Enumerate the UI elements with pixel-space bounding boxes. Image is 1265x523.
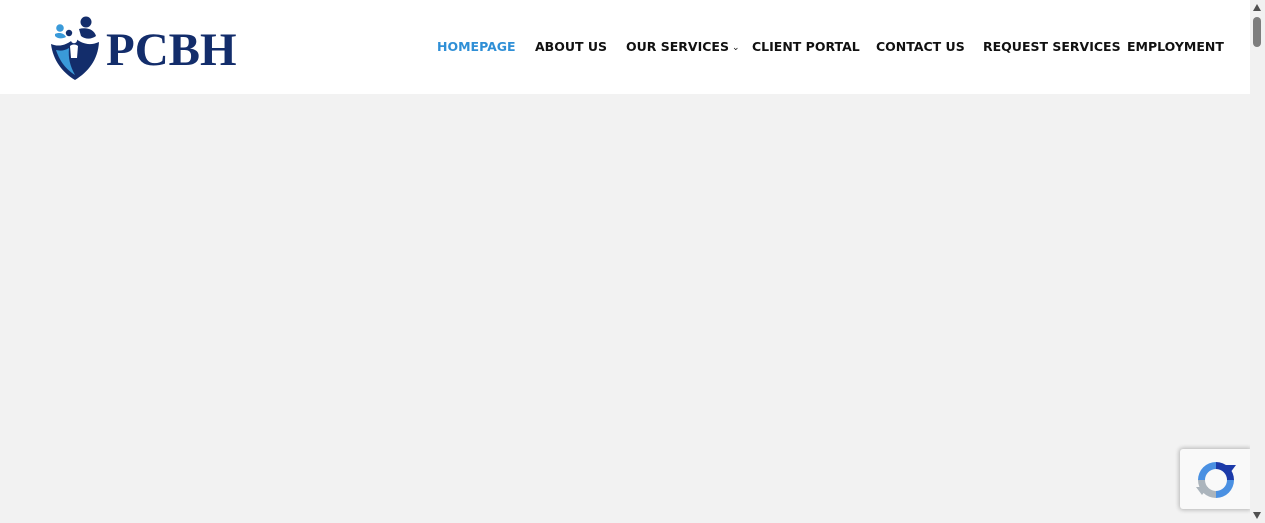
nav-item-contact-us[interactable]: CONTACT US bbox=[876, 38, 965, 56]
nav-item-employment[interactable]: EMPLOYMENT bbox=[1127, 38, 1224, 56]
nav-item-about-us[interactable]: ABOUT US bbox=[535, 38, 607, 56]
vertical-scrollbar[interactable] bbox=[1250, 0, 1265, 523]
recaptcha-badge[interactable] bbox=[1180, 449, 1250, 509]
scrollbar-thumb[interactable] bbox=[1253, 17, 1261, 47]
site-header: PCBH HOMEPAGE ABOUT US OUR SERVICES ⌄ CLI… bbox=[0, 0, 1250, 94]
scroll-down-arrow-icon[interactable] bbox=[1253, 512, 1261, 519]
nav-item-our-services-label: OUR SERVICES bbox=[626, 39, 729, 54]
nav-item-our-services[interactable]: OUR SERVICES ⌄ bbox=[626, 38, 740, 58]
scroll-up-arrow-icon[interactable] bbox=[1253, 4, 1261, 11]
chevron-down-icon: ⌄ bbox=[731, 43, 740, 53]
nav-item-homepage[interactable]: HOMEPAGE bbox=[437, 38, 516, 56]
nav-item-client-portal[interactable]: CLIENT PORTAL bbox=[752, 38, 860, 56]
recaptcha-logo-icon bbox=[1196, 462, 1236, 498]
main-nav: HOMEPAGE ABOUT US OUR SERVICES ⌄ CLIENT P… bbox=[0, 38, 1250, 58]
nav-item-request-services[interactable]: REQUEST SERVICES bbox=[983, 38, 1121, 56]
